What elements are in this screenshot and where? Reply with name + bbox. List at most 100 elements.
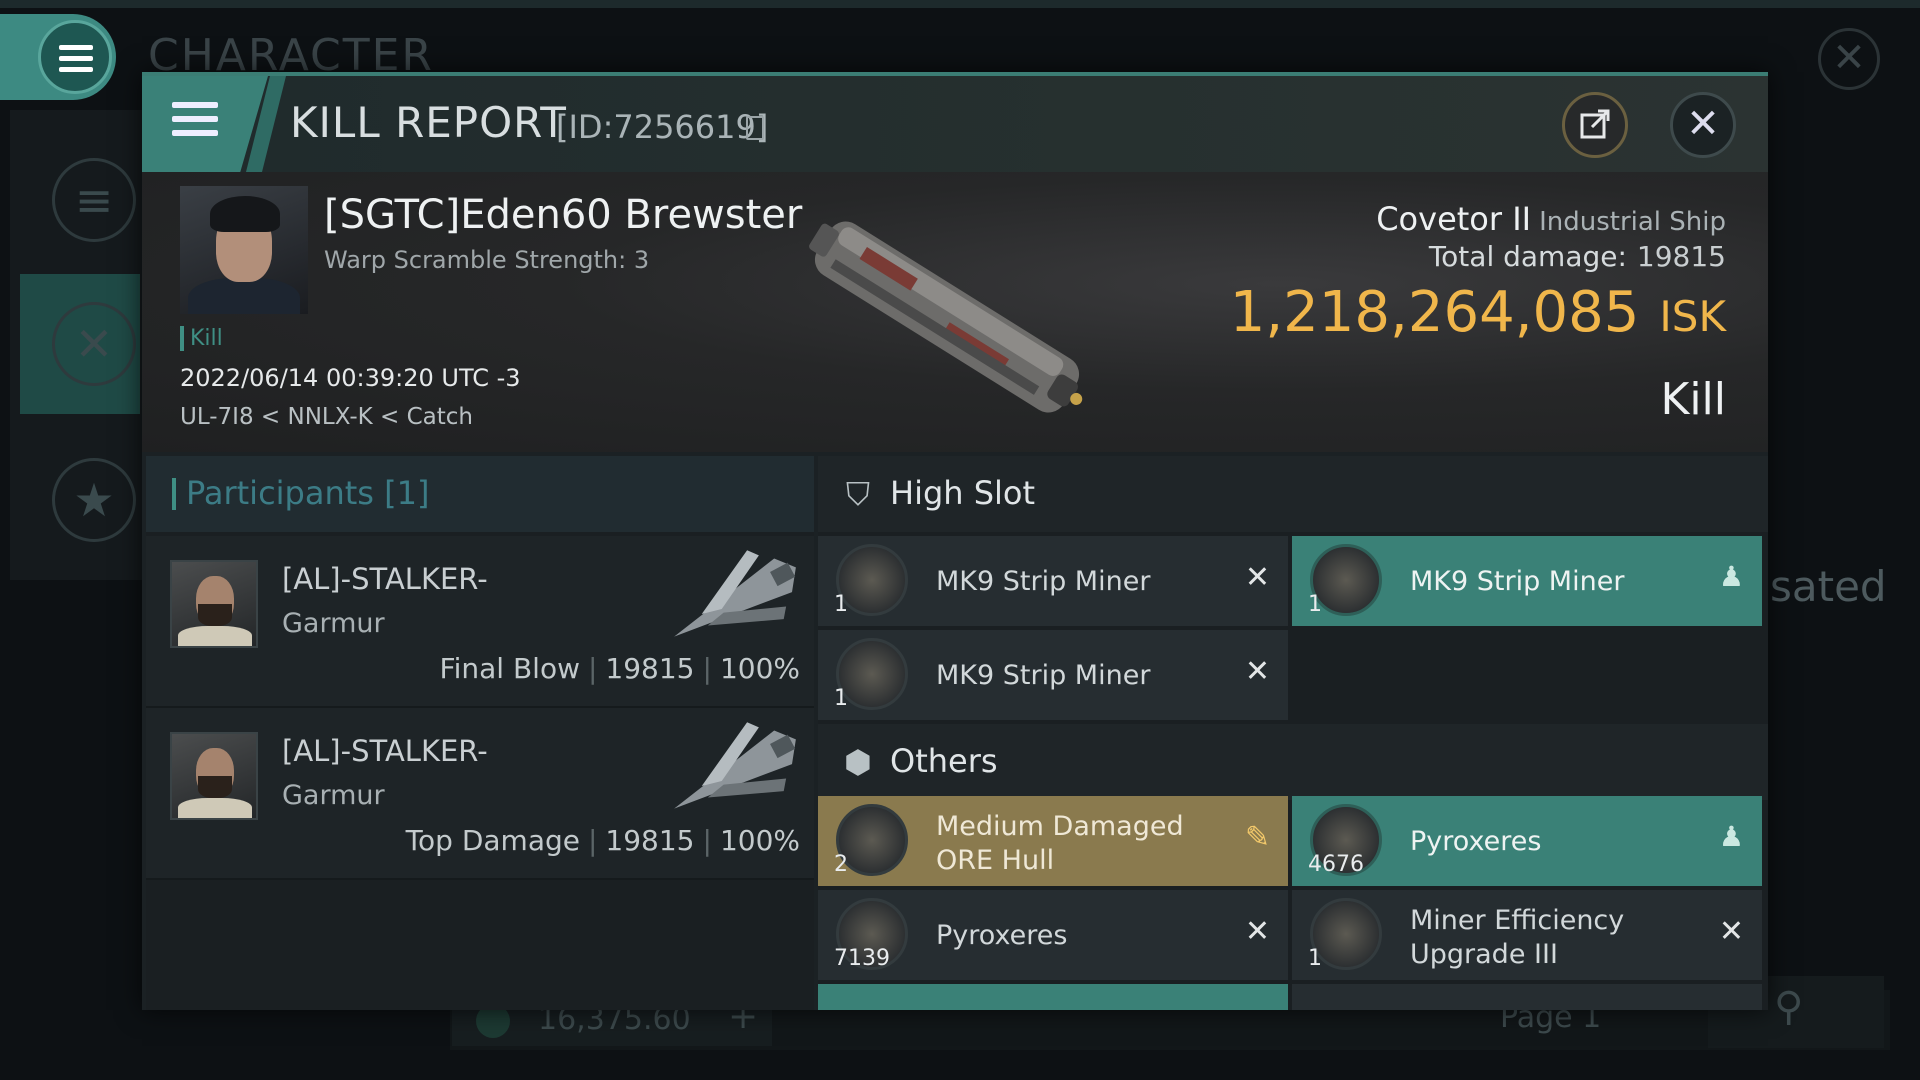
participant-name: [AL]-STALKER- <box>282 734 488 768</box>
item-name: MK9 Strip Miner <box>1410 566 1625 597</box>
participant-role: Final Blow <box>439 652 580 685</box>
ship-class: Industrial Ship <box>1539 207 1726 237</box>
item-name-line2: Upgrade III <box>1410 939 1558 970</box>
item-name-line1: Medium Damaged <box>936 811 1184 842</box>
total-damage: Total damage: 19815 <box>1429 240 1726 273</box>
participants-header: Participants [1] <box>146 456 814 532</box>
others-item-partial[interactable] <box>818 984 1288 1010</box>
filter-icon: ⚲ <box>1774 984 1804 1030</box>
item-name: Pyroxeres <box>936 920 1068 951</box>
hamburger-icon <box>59 45 93 78</box>
high-slot-icon: ⛉ <box>845 475 870 513</box>
high-slot-item[interactable]: 1 MK9 Strip Miner ♟ <box>1292 536 1762 626</box>
participant-percent: 100% <box>719 652 800 685</box>
kill-report-menu-button[interactable] <box>142 76 268 172</box>
item-name: MK9 Strip Miner <box>936 566 1151 597</box>
person-icon: ♟ <box>1718 560 1744 593</box>
sidebar-item-menu[interactable]: ≡ <box>20 130 140 270</box>
kill-datetime: 2022/06/14 00:39:20 UTC -3 <box>180 364 521 392</box>
participant-damage: 19815 <box>605 824 695 857</box>
ship-name-text: Covetor II <box>1376 200 1532 238</box>
others-item[interactable]: 7139 Pyroxeres ✕ <box>818 890 1288 980</box>
kill-report-header: KILL REPORT [ID:7256619] ✕ <box>142 76 1768 172</box>
participant-ship-image <box>674 550 796 637</box>
high-slot-header: ⛉ High Slot <box>818 456 1768 532</box>
item-name: MK9 Strip Miner <box>936 660 1151 691</box>
victim-ship-image[interactable] <box>782 192 1112 442</box>
victim-ship-name[interactable]: Covetor II Industrial Ship <box>1376 200 1726 238</box>
victim-summary: [SGTC]Eden60 Brewster Warp Scramble Stre… <box>142 172 1768 452</box>
wrench-icon: ✎ <box>1244 820 1270 855</box>
destroyed-icon: ✕ <box>1718 914 1744 949</box>
item-name: Miner Efficiency Upgrade III <box>1410 904 1624 972</box>
background-partial-text: sated <box>1770 562 1887 611</box>
kill-report-title: KILL REPORT <box>290 98 567 147</box>
participant-ship: Garmur <box>282 780 385 811</box>
participant-role: Top Damage <box>405 824 580 857</box>
participant-row[interactable]: [AL]-STALKER- Garmur Top Damage | 19815 | 10… <box>146 708 814 880</box>
others-label: Others <box>890 742 998 780</box>
sidebar-item-combat[interactable]: ✕ <box>20 274 140 414</box>
victim-name[interactable]: [SGTC]Eden60 Brewster <box>324 192 802 238</box>
character-close-icon[interactable]: ✕ <box>1818 28 1880 90</box>
share-button[interactable] <box>1562 92 1628 158</box>
others-header: ⬢ Others <box>818 724 1768 800</box>
others-item[interactable]: 4676 Pyroxeres ♟ <box>1292 796 1762 886</box>
share-icon <box>1580 109 1610 139</box>
item-quantity: 7139 <box>834 946 890 971</box>
participants-title: Participants [1] <box>186 474 430 512</box>
cube-icon: ⬢ <box>844 743 872 781</box>
hamburger-icon <box>172 102 218 144</box>
fitting-panel: ⛉ High Slot 1 MK9 Strip Miner ✕ 1 MK9 St… <box>818 456 1768 1010</box>
isk-unit: ISK <box>1659 292 1726 341</box>
warp-scramble-strength: Warp Scramble Strength: 3 <box>324 246 650 274</box>
item-quantity: 4676 <box>1308 852 1364 877</box>
isk-amount: 1,218,264,085 <box>1229 280 1640 345</box>
item-name-line2: ORE Hull <box>936 845 1055 876</box>
high-slot-item[interactable]: 1 MK9 Strip Miner ✕ <box>818 630 1288 720</box>
participant-avatar[interactable] <box>170 732 258 820</box>
others-item[interactable]: 2 Medium Damaged ORE Hull ✎ <box>818 796 1288 886</box>
participant-ship-image <box>674 722 796 809</box>
high-slot-label: High Slot <box>890 474 1036 512</box>
participant-avatar[interactable] <box>170 560 258 648</box>
destroyed-icon: ✕ <box>1244 914 1270 949</box>
item-quantity: 1 <box>1308 592 1322 617</box>
kill-type-tag: Kill <box>180 326 223 351</box>
item-name: Medium Damaged ORE Hull <box>936 810 1184 878</box>
kill-report-modal: KILL REPORT [ID:7256619] ✕ [SGTC]Eden60 … <box>142 72 1768 1010</box>
participant-ship: Garmur <box>282 608 385 639</box>
item-quantity: 1 <box>834 592 848 617</box>
close-modal-button[interactable]: ✕ <box>1670 92 1736 158</box>
sidebar-item-medals[interactable]: ★ <box>20 430 140 570</box>
participant-stats: Top Damage | 19815 | 100% <box>405 824 800 857</box>
list-icon: ≡ <box>52 158 136 242</box>
total-damage-value: 19815 <box>1636 240 1726 273</box>
participant-percent: 100% <box>719 824 800 857</box>
item-quantity: 1 <box>834 686 848 711</box>
crossed-swords-icon: ✕ <box>52 302 136 386</box>
kill-report-id: [ID:7256619] <box>556 108 769 146</box>
high-slot-item[interactable]: 1 MK9 Strip Miner ✕ <box>818 536 1288 626</box>
others-item[interactable]: 1 Miner Efficiency Upgrade III ✕ <box>1292 890 1762 980</box>
victim-portrait[interactable] <box>180 186 308 314</box>
kill-result-label: Kill <box>1660 374 1726 425</box>
participants-panel: Participants [1] [AL]-STALKER- Garmur Fi… <box>146 456 814 1010</box>
destroyed-icon: ✕ <box>1244 560 1270 595</box>
participant-stats: Final Blow | 19815 | 100% <box>439 652 800 685</box>
others-item-partial[interactable] <box>1292 984 1762 1010</box>
item-name: Pyroxeres <box>1410 826 1542 857</box>
item-quantity: 1 <box>1308 946 1322 971</box>
main-menu-button[interactable] <box>0 14 116 100</box>
participant-damage: 19815 <box>605 652 695 685</box>
participant-row[interactable]: [AL]-STALKER- Garmur Final Blow | 19815 | 10… <box>146 536 814 708</box>
participant-name: [AL]-STALKER- <box>282 562 488 596</box>
destroyed-icon: ✕ <box>1244 654 1270 689</box>
copy-id-icon[interactable] <box>746 116 764 140</box>
item-quantity: 2 <box>834 852 848 877</box>
item-name-line1: Miner Efficiency <box>1410 905 1625 936</box>
person-icon: ♟ <box>1718 820 1744 853</box>
close-icon: ✕ <box>1686 101 1720 147</box>
app-top-bar <box>0 0 1920 8</box>
kill-location[interactable]: UL-7I8 < NNLX-K < Catch <box>180 404 473 430</box>
